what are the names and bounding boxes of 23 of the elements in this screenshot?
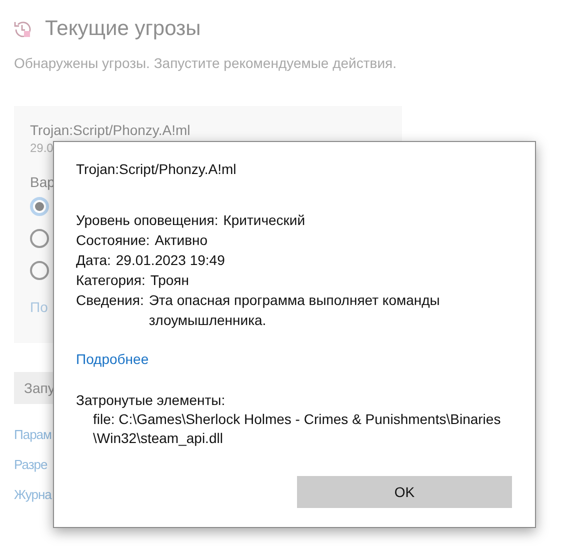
detail-value: Критический	[223, 211, 306, 230]
detail-label: Дата:	[76, 251, 111, 270]
ok-button[interactable]: OK	[297, 476, 512, 508]
file-path: file: C:\Games\Sherlock Holmes - Crimes & Punishments\Binaries\Win32\steam_api.dll	[93, 410, 502, 448]
affected-label: Затронутые элементы:	[76, 391, 226, 410]
page-subtitle: Обнаружены угрозы. Запустите рекомендуемые действия.	[14, 55, 398, 71]
detail-label: Категория:	[76, 271, 146, 290]
radio-button[interactable]	[30, 197, 49, 216]
detail-label: Сведения:	[76, 291, 144, 310]
threat-date: 29.0	[30, 141, 54, 155]
history-icon	[13, 20, 32, 38]
radio-button[interactable]	[30, 261, 49, 280]
threat-name: Trojan:Script/Phonzy.A!ml	[30, 122, 192, 138]
detail-value: 29.01.2023 19:49	[116, 251, 226, 270]
more-link[interactable]: Подробнее	[76, 351, 149, 367]
detail-label: Состояние:	[76, 231, 150, 250]
detail-value: Эта опасная программа выполняет команды злоумышленника.	[148, 291, 441, 330]
page-title: Текущие угрозы	[45, 17, 201, 41]
detail-value: Активно	[154, 231, 209, 250]
detail-value: Троян	[150, 271, 190, 290]
dialog-title: Trojan:Script/Phonzy.A!ml	[76, 161, 238, 177]
radio-button[interactable]	[30, 229, 49, 248]
detail-label: Уровень оповещения:	[76, 211, 218, 230]
